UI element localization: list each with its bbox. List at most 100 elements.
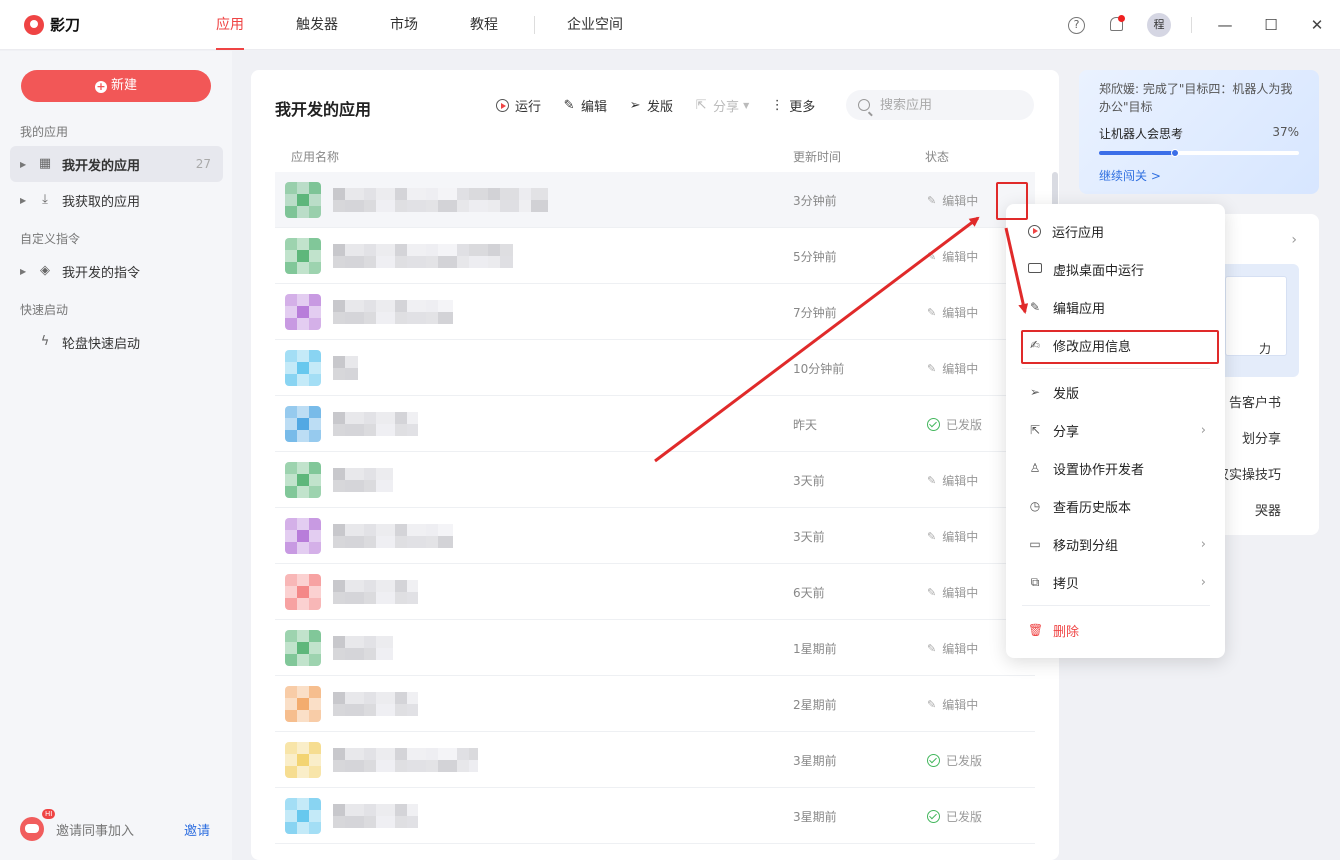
redaction-block bbox=[438, 256, 457, 268]
illustration-text: 力 bbox=[1259, 342, 1272, 356]
more-vertical-icon: ⋮ bbox=[770, 97, 784, 113]
menu-run-app[interactable]: 运行应用 bbox=[1022, 215, 1210, 247]
icon-cell bbox=[285, 182, 297, 194]
redaction-block bbox=[531, 188, 548, 200]
run-button[interactable]: 运行 bbox=[496, 96, 541, 115]
invite-link[interactable]: 邀请 bbox=[184, 820, 210, 839]
redaction-block bbox=[395, 804, 407, 816]
help-icon[interactable]: ? bbox=[1068, 16, 1085, 34]
table-row[interactable]: 6天前 ✎ 编辑中 bbox=[275, 564, 1035, 620]
icon-cell bbox=[297, 374, 309, 386]
annotation-trigger-box bbox=[996, 182, 1028, 220]
menu-item-label: 运行应用 bbox=[1052, 225, 1105, 241]
sidebar-item-my-developed-apps[interactable]: ▶ ▦ 我开发的应用 27 bbox=[10, 146, 223, 182]
redaction-block bbox=[469, 200, 488, 212]
redaction-block bbox=[407, 536, 426, 548]
search-box[interactable] bbox=[846, 90, 1034, 120]
progress-bar bbox=[1099, 149, 1299, 157]
maximize-button[interactable]: ☐ bbox=[1248, 16, 1294, 34]
icon-cell bbox=[309, 598, 321, 610]
menu-copy[interactable]: ⧉ 拷贝 › bbox=[1022, 566, 1210, 598]
status-label: 编辑中 bbox=[942, 362, 979, 376]
redaction-block bbox=[364, 200, 376, 212]
icon-cell bbox=[285, 642, 297, 654]
menu-delete[interactable]: 🗑 删除 bbox=[1022, 614, 1210, 646]
menu-edit-app[interactable]: ✎ 编辑应用 bbox=[1022, 291, 1210, 323]
bell-icon[interactable] bbox=[1105, 14, 1127, 36]
table-row[interactable]: 3分钟前 ✎ 编辑中 bbox=[275, 172, 1035, 228]
sidebar-item-my-commands[interactable]: ▶ ◈ 我开发的指令 bbox=[10, 253, 223, 289]
redaction-block bbox=[333, 368, 345, 380]
menu-share[interactable]: ⇱ 分享 › bbox=[1022, 414, 1210, 446]
table-row[interactable]: 2星期前 ✎ 编辑中 bbox=[275, 676, 1035, 732]
icon-cell bbox=[309, 530, 321, 542]
caret-right-icon: ▶ bbox=[20, 195, 27, 205]
menu-move-to-group[interactable]: ▭ 移动到分组 › bbox=[1022, 528, 1210, 560]
row-updated-time: 10分钟前 bbox=[793, 362, 845, 376]
redaction-block bbox=[426, 300, 438, 312]
redaction-block bbox=[426, 200, 438, 212]
row-updated-time: 1星期前 bbox=[793, 642, 837, 656]
icon-cell bbox=[309, 710, 321, 722]
folder-icon: ▭ bbox=[1029, 537, 1041, 551]
tab-tutorials[interactable]: 教程 bbox=[454, 0, 514, 50]
table-row[interactable]: 3星期前 已发版 bbox=[275, 788, 1035, 844]
table-row[interactable]: 3天前 ✎ 编辑中 bbox=[275, 452, 1035, 508]
icon-cell bbox=[309, 586, 321, 598]
redaction-block bbox=[345, 480, 364, 492]
tutorial-link[interactable]: 汉实操技巧 bbox=[1216, 464, 1281, 483]
app-icon bbox=[285, 238, 321, 274]
minimize-button[interactable]: — bbox=[1202, 16, 1248, 34]
menu-run-virtual-desktop[interactable]: 虚拟桌面中运行 bbox=[1022, 253, 1210, 285]
redaction-block bbox=[469, 748, 478, 760]
edit-button[interactable]: ✎ 编辑 bbox=[561, 96, 607, 116]
menu-item-label: 拷贝 bbox=[1053, 576, 1080, 592]
icon-cell bbox=[297, 586, 309, 598]
more-button[interactable]: ⋮ 更多 bbox=[769, 96, 816, 116]
tutorial-link[interactable]: 告客户书 bbox=[1229, 392, 1281, 411]
avatar[interactable]: 程 bbox=[1147, 13, 1171, 37]
publish-button[interactable]: ➢ 发版 bbox=[627, 96, 673, 116]
tab-apps[interactable]: 应用 bbox=[200, 0, 260, 50]
sidebar-item-acquired-apps[interactable]: ▶ ⤓ 我获取的应用 bbox=[10, 182, 223, 218]
row-updated-time: 3星期前 bbox=[793, 754, 837, 768]
chevron-right-icon[interactable]: › bbox=[1291, 232, 1297, 248]
toolbar: 运行 ✎ 编辑 ➢ 发版 ⇱ 分享 ▼ ⋮ 更多 bbox=[496, 96, 835, 115]
tutorial-link[interactable]: 划分享 bbox=[1242, 428, 1281, 447]
row-updated-time: 3分钟前 bbox=[793, 194, 837, 208]
share-button[interactable]: ⇱ 分享 ▼ bbox=[693, 96, 750, 116]
invite-text: 邀请同事加入 bbox=[56, 823, 135, 839]
sidebar-item-wheel-launch[interactable]: ϟ 轮盘快速启动 bbox=[10, 324, 223, 360]
icon-cell bbox=[285, 822, 297, 834]
new-button[interactable]: + 新建 bbox=[21, 70, 211, 102]
table-row[interactable]: 3天前 ✎ 编辑中 bbox=[275, 508, 1035, 564]
table-row[interactable]: 7分钟前 ✎ 编辑中 bbox=[275, 284, 1035, 340]
copy-icon: ⧉ bbox=[1030, 575, 1040, 589]
achievement-card[interactable]: 郑欣媛: 完成了"目标四：机器人为我办公"目标 让机器人会思考 37% 继续闯关… bbox=[1079, 70, 1319, 194]
tab-triggers[interactable]: 触发器 bbox=[280, 0, 354, 50]
context-menu: 运行应用 虚拟桌面中运行 ✎ 编辑应用 ✍ 修改应用信息 ➢ 发版 ⇱ 分享 › ♙ 设置协… bbox=[1006, 204, 1225, 658]
redaction-block bbox=[426, 244, 438, 256]
redaction-block bbox=[345, 412, 364, 424]
close-button[interactable]: ✕ bbox=[1294, 16, 1340, 34]
redaction-block bbox=[364, 636, 376, 648]
table-row[interactable]: 5分钟前 ✎ 编辑中 bbox=[275, 228, 1035, 284]
redaction-block bbox=[407, 188, 426, 200]
menu-publish[interactable]: ➢ 发版 bbox=[1022, 376, 1210, 408]
search-input[interactable] bbox=[880, 97, 1020, 113]
table-row[interactable]: 1星期前 ✎ 编辑中 bbox=[275, 620, 1035, 676]
tutorial-link[interactable]: 哭器 bbox=[1255, 500, 1281, 519]
table-row[interactable]: 3星期前 已发版 bbox=[275, 732, 1035, 788]
table-row[interactable]: 昨天 已发版 bbox=[275, 396, 1035, 452]
tab-market[interactable]: 市场 bbox=[374, 0, 434, 50]
column-updated: 更新时间 bbox=[793, 150, 842, 164]
table-row[interactable]: 10分钟前 ✎ 编辑中 bbox=[275, 340, 1035, 396]
tab-enterprise[interactable]: 企业空间 bbox=[551, 0, 639, 50]
redaction-block bbox=[395, 244, 407, 256]
menu-set-collaborators[interactable]: ♙ 设置协作开发者 bbox=[1022, 452, 1210, 484]
menu-view-history[interactable]: ◷ 查看历史版本 bbox=[1022, 490, 1210, 522]
redaction-block bbox=[376, 592, 395, 604]
continue-link[interactable]: 继续闯关 > bbox=[1099, 167, 1161, 184]
icon-cell bbox=[309, 262, 321, 274]
column-status: 状态 bbox=[925, 150, 950, 164]
